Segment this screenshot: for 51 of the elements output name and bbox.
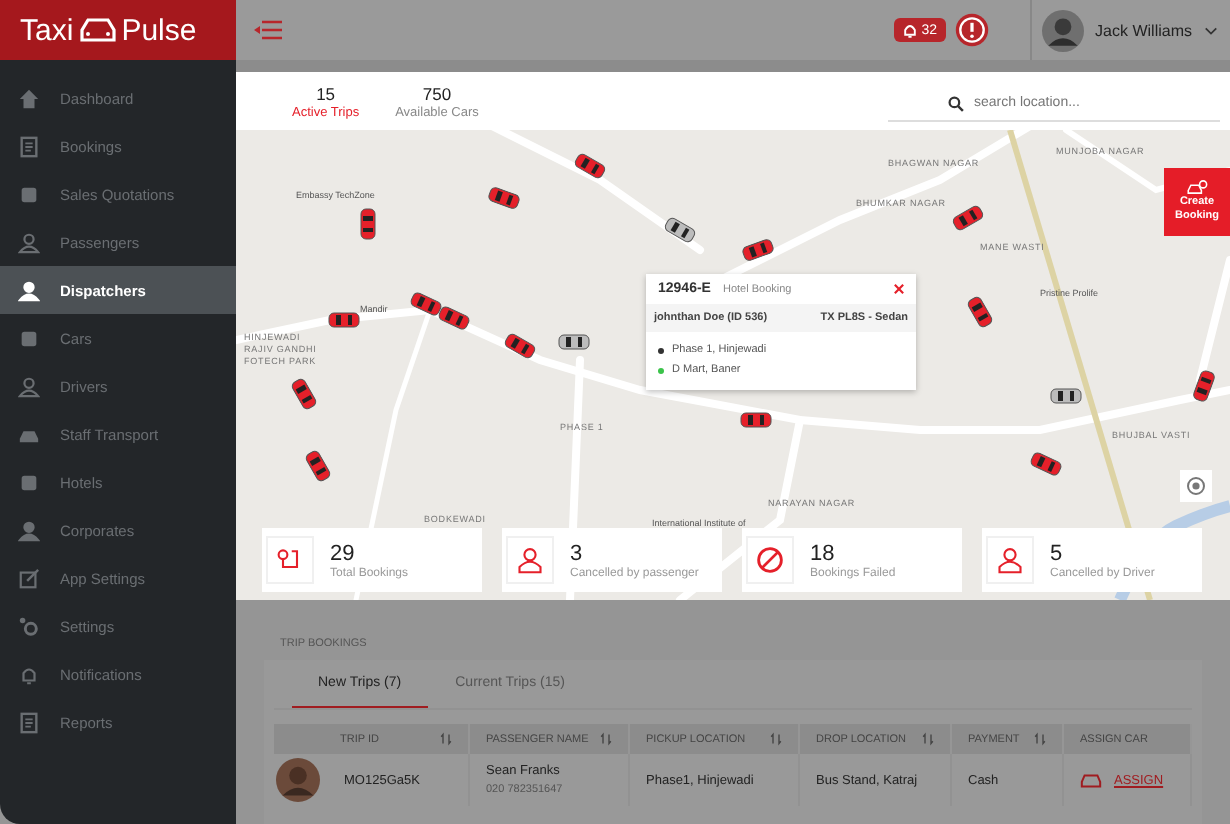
avatar-icon <box>276 758 320 802</box>
stat-value: 29 <box>330 541 357 565</box>
person-icon <box>18 519 40 541</box>
stat-value: 3 <box>570 541 585 565</box>
car-icon[interactable] <box>436 304 472 332</box>
home-icon <box>18 87 40 109</box>
bell-icon <box>901 22 918 38</box>
document-icon <box>18 135 40 157</box>
sort-icon <box>922 732 934 746</box>
car-icon[interactable] <box>502 331 538 361</box>
sort-icon <box>440 732 452 746</box>
car-icon[interactable] <box>572 151 608 181</box>
sort-icon <box>770 732 782 746</box>
car-icon[interactable] <box>328 312 360 328</box>
sort-icon <box>600 732 612 746</box>
gear-icon <box>18 615 40 637</box>
pickup-dot-icon <box>658 347 664 353</box>
search-icon <box>948 95 964 111</box>
logo-text: Pulse <box>121 13 197 47</box>
stat-value: 5 <box>1050 541 1065 565</box>
car-logo-icon <box>77 18 118 42</box>
car-icon[interactable] <box>486 185 522 211</box>
avatar-icon <box>1041 9 1084 51</box>
passenger-icon <box>516 546 544 574</box>
person-icon <box>18 231 40 253</box>
car-icon[interactable] <box>1050 388 1082 404</box>
car-icon[interactable] <box>662 215 698 245</box>
close-icon[interactable] <box>894 284 904 294</box>
bell-icon <box>18 663 40 685</box>
car-icon[interactable] <box>740 412 772 428</box>
report-icon <box>18 711 40 733</box>
driver-icon <box>996 546 1024 574</box>
route-icon <box>276 546 304 574</box>
drop-dot-icon <box>658 367 664 373</box>
stat-value: 18 <box>810 541 837 565</box>
alert-icon[interactable] <box>953 12 990 48</box>
edit-icon <box>18 567 40 589</box>
car-icon <box>1080 772 1102 788</box>
prohibited-icon <box>756 546 784 574</box>
car-plus-icon <box>1186 180 1208 195</box>
car-icon[interactable] <box>360 208 376 240</box>
car-icon[interactable] <box>558 334 590 350</box>
chevron-down-icon <box>1204 25 1218 35</box>
locate-button-icon[interactable] <box>1180 470 1212 502</box>
sort-icon <box>1034 732 1046 746</box>
car-icon[interactable] <box>408 290 444 318</box>
car-icon[interactable] <box>1191 368 1217 404</box>
dispatcher-icon <box>18 279 40 301</box>
logo-text: Taxi <box>20 13 74 47</box>
car-icon[interactable] <box>740 237 776 263</box>
driver-icon <box>18 375 40 397</box>
